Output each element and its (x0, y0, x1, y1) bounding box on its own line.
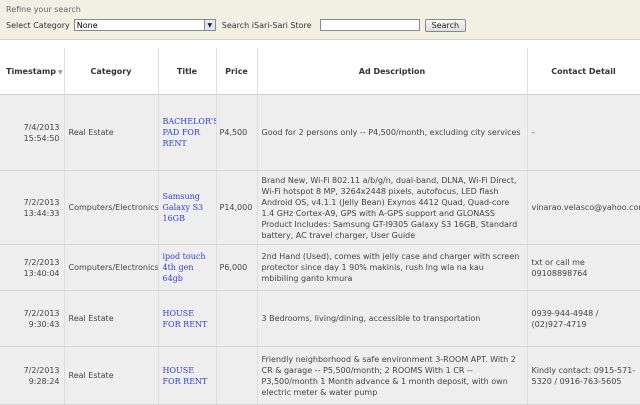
category-cell: Real Estate (64, 346, 159, 405)
timestamp-time: 13:44:33 (23, 208, 60, 218)
search-input[interactable] (319, 19, 420, 31)
category-label: Select Category (6, 20, 70, 30)
title-cell: Samsung Galaxy S3 16GB (158, 170, 217, 245)
column-header-category[interactable]: Category (64, 48, 159, 95)
table-header-row: Timestamp ▼ Category Title Price Ad Descr… (0, 48, 640, 95)
timestamp-cell: 7/4/2013 15:54:50 (0, 94, 65, 171)
description-cell: 2nd Hand (Used), comes with jelly case a… (257, 244, 528, 291)
table-row: 7/4/2013 15:54:50 Real Estate BACHELOR'S … (0, 94, 640, 171)
timestamp-time: 15:54:50 (23, 133, 60, 143)
sort-icon: ▼ (58, 68, 63, 76)
timestamp-time: 9:28:24 (28, 376, 60, 386)
contact-cell: txt or call me 09108898764 (527, 244, 640, 291)
contact-cell: - (527, 94, 640, 171)
price-cell: P4,500 (216, 94, 258, 171)
timestamp-time: 13:40:04 (23, 268, 60, 278)
search-button[interactable]: Search (424, 18, 467, 32)
title-cell: HOUSE FOR RENT (158, 346, 217, 405)
contact-cell: Kindly contact: 0915-571-5320 / 0916-763… (527, 346, 640, 405)
table-row: 7/2/2013 9:28:24 Real Estate HOUSE FOR RE… (0, 346, 640, 405)
column-header-price[interactable]: Price (216, 48, 258, 95)
refine-title: Refine your search (6, 5, 81, 14)
chevron-down-icon[interactable]: ▼ (203, 20, 215, 30)
title-cell: ipod touch 4th gen 64gb (158, 244, 217, 291)
category-cell: Real Estate (64, 290, 159, 347)
column-header-timestamp[interactable]: Timestamp ▼ (0, 48, 65, 95)
description-cell: Good for 2 persons only -- P4,500/month,… (257, 94, 528, 171)
price-cell: P6,000 (216, 244, 258, 291)
description-cell: Brand New, Wi-Fi 802.11 a/b/g/n, dual-ba… (257, 170, 528, 245)
timestamp-date: 7/2/2013 (23, 257, 60, 267)
table-row: 7/2/2013 9:30:43 Real Estate HOUSE FOR RE… (0, 290, 640, 347)
description-cell: 3 Bedrooms, living/dining, accessible to… (257, 290, 528, 347)
ad-title-link[interactable]: HOUSE FOR RENT (163, 366, 208, 386)
category-cell: Real Estate (64, 94, 159, 171)
category-cell: Computers/Electronics (64, 170, 159, 245)
timestamp-date: 7/2/2013 (23, 308, 60, 318)
column-header-description[interactable]: Ad Description (257, 48, 528, 95)
column-header-label: Timestamp (6, 66, 57, 76)
contact-cell: 0939-944-4948 / (02)927-4719 (527, 290, 640, 347)
title-cell: BACHELOR'S PAD FOR RENT (158, 94, 217, 171)
timestamp-date: 7/2/2013 (23, 365, 60, 375)
timestamp-cell: 7/2/2013 13:40:04 (0, 244, 65, 291)
timestamp-cell: 7/2/2013 9:30:43 (0, 290, 65, 347)
category-select[interactable]: None ▼ (73, 19, 216, 31)
timestamp-time: 9:30:43 (28, 319, 60, 329)
price-cell (216, 290, 258, 347)
ad-title-link[interactable]: BACHELOR'S PAD FOR RENT (163, 117, 216, 148)
table-row: 7/2/2013 13:40:04 Computers/Electronics i… (0, 244, 640, 291)
refine-controls: Select Category None ▼ Search iSari-Sari… (6, 18, 640, 32)
table-row: 7/2/2013 13:44:33 Computers/Electronics S… (0, 170, 640, 245)
refine-search-panel: Refine your search Select Category None … (0, 0, 640, 40)
title-cell: HOUSE FOR RENT (158, 290, 217, 347)
ads-table: Timestamp ▼ Category Title Price Ad Descr… (0, 48, 640, 405)
category-select-value: None (76, 20, 98, 30)
price-cell: P14,000 (216, 170, 258, 245)
timestamp-cell: 7/2/2013 13:44:33 (0, 170, 65, 245)
timestamp-date: 7/4/2013 (23, 122, 60, 132)
timestamp-cell: 7/2/2013 9:28:24 (0, 346, 65, 405)
description-cell: Friendly neighborhood & safe environment… (257, 346, 528, 405)
category-cell: Computers/Electronics (64, 244, 159, 291)
ad-title-link[interactable]: Samsung Galaxy S3 16GB (163, 192, 204, 223)
contact-cell: vinarao.velasco@yahoo.com (527, 170, 640, 245)
price-cell (216, 346, 258, 405)
ad-title-link[interactable]: ipod touch 4th gen 64gb (163, 252, 206, 283)
ad-title-link[interactable]: HOUSE FOR RENT (163, 309, 208, 329)
store-search-label: Search iSari-Sari Store (221, 20, 312, 30)
timestamp-date: 7/2/2013 (23, 197, 60, 207)
column-header-contact[interactable]: Contact Detail (527, 48, 640, 95)
column-header-title[interactable]: Title (158, 48, 217, 95)
